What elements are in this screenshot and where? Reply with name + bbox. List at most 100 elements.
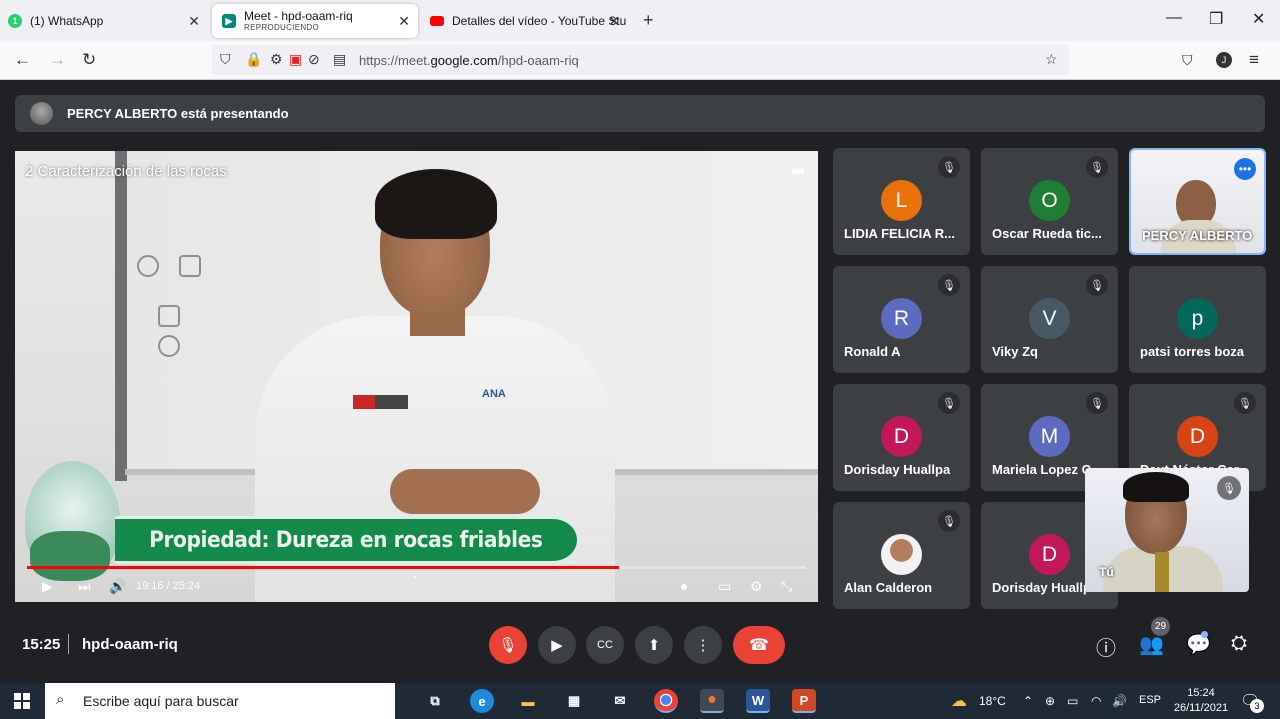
close-tab-icon[interactable]: ✕ [398,13,410,30]
exit-fullscreen-icon[interactable]: ⤡ [781,578,792,595]
mic-off-icon: 🎙 [1234,392,1256,414]
participant-avatar: O [1029,180,1070,221]
activities-icon[interactable]: ⛭ [1231,632,1247,655]
captions-button[interactable]: CC [586,626,624,664]
subtitles-icon[interactable]: ▭ [718,578,731,595]
language-indicator[interactable]: ESP [1139,694,1161,706]
chat-unread-dot [1201,631,1208,638]
camera-sharing-icon[interactable]: ▣ [289,51,302,68]
play-icon[interactable]: ▶ [42,578,53,595]
cortana-icon[interactable]: ○ [378,689,402,713]
window-close-icon[interactable]: ✕ [1252,9,1265,29]
battery-icon[interactable]: ▭ [1067,694,1078,708]
youtube-icon [430,16,444,26]
meeting-code[interactable]: hpd-oaam-riq [82,636,178,653]
meet-tray-icon[interactable]: ⊕ [1045,694,1055,708]
shield-icon[interactable]: ⛉ [220,51,231,68]
chrome-icon[interactable] [654,689,678,713]
presenter-banner: PERCY ALBERTO está presentando [15,95,1265,132]
banner-text: Propiedad: Dureza en rocas friables [149,527,543,553]
autoplay-blocked-icon[interactable]: ⊘ [308,51,320,68]
mic-off-icon: 🎙 [1086,392,1108,414]
restore-icon[interactable]: ❐ [1209,9,1223,29]
chevron-up-icon[interactable]: ⌃ [1023,694,1033,708]
lock-icon[interactable]: 🔒 [245,51,262,68]
video-progress[interactable] [27,566,806,569]
weather-temp[interactable]: 18°C [979,694,1006,708]
leave-call-button[interactable]: ☎ [733,626,785,664]
more-options-icon[interactable]: ••• [1234,158,1256,180]
autoplay-toggle[interactable]: ● [680,578,688,594]
notification-count: 3 [1250,699,1264,713]
powerpoint-icon[interactable]: P [792,689,816,713]
task-view-icon[interactable]: ⧉ [423,689,447,713]
tab-youtube-studio[interactable]: Detalles del vídeo - YouTube Stu ✕ [430,4,630,38]
mascot-body [30,531,110,581]
volume-icon[interactable]: 🔊 [109,578,126,595]
url-prefix: https://meet. [359,53,431,68]
present-button[interactable]: ⬆ [635,626,673,664]
word-icon[interactable]: W [746,689,770,713]
self-view[interactable]: 🎙 Tú [1085,468,1249,592]
url-text[interactable]: https://meet.google.com/hpd-oaam-riq [359,53,579,68]
close-tab-icon[interactable]: ✕ [188,13,200,30]
participant-tile[interactable]: 🎙 Alan Calderon [833,502,970,609]
url-path: /hpd-oaam-riq [497,53,579,68]
presentation-video[interactable]: ANA Propiedad: Dureza en rocas friables … [15,151,818,602]
notification-center-icon[interactable]: 🗨3 [1240,691,1264,713]
file-explorer-icon[interactable]: ▬ [516,689,540,713]
profile-avatar[interactable]: J [1216,52,1232,68]
forward-icon[interactable]: → [49,50,66,70]
new-tab-button[interactable]: + [643,10,654,31]
taskbar-search[interactable]: ⌕ Escribe aquí para buscar [45,683,395,719]
more-options-button[interactable]: ⋮ [684,626,722,664]
settings-icon[interactable]: ⚙ [750,578,763,595]
participant-tile[interactable]: 🎙 V Viky Zq [981,266,1118,373]
mic-toggle-button[interactable]: 🎙 [489,626,527,664]
captions-icon: CC [597,639,613,651]
participant-tile[interactable]: 🎙 D Dorisday Huallpa [833,384,970,491]
edge-icon[interactable]: e [470,689,494,713]
reload-icon[interactable]: ↻ [82,50,96,70]
url-domain: google.com [430,53,498,68]
chevron-down-icon[interactable]: ⌄ [411,570,419,581]
video-time: 19:16 / 25:24 [136,580,201,592]
minimize-icon[interactable]: — [1166,9,1182,27]
menu-icon[interactable]: ≡ [1249,50,1259,70]
pocket-icon[interactable]: ⛉ [1182,52,1193,69]
participant-tile[interactable]: 🎙 O Oscar Rueda tic... [981,148,1118,255]
info-icon[interactable]: ⓘ [1096,632,1116,661]
participant-tile[interactable]: p patsi torres boza [1129,266,1266,373]
firefox-icon[interactable]: ● [700,689,724,713]
back-icon[interactable]: ← [14,50,31,70]
tab-meet[interactable]: ▶ Meet - hpd-oaam-riq REPRODUCIENDO ✕ [212,4,418,38]
weather-icon[interactable]: ☁ [951,691,967,711]
control-panel [133,251,213,371]
reader-view-icon[interactable]: ▤ [333,51,346,68]
video-title[interactable]: 2 Caracterización de las rocas [25,163,227,180]
tab-whatsapp[interactable]: 1 (1) WhatsApp ✕ [8,4,208,38]
share-icon[interactable]: ➦ [791,161,806,182]
taskbar-clock[interactable]: 15:24 26/11/2021 [1170,686,1232,716]
participant-avatar: M [1029,416,1070,457]
store-icon[interactable]: ▦ [562,689,586,713]
camera-toggle-button[interactable]: ▶ [538,626,576,664]
bookmark-star-icon[interactable]: ☆ [1045,51,1058,68]
participant-name: Alan Calderon [844,580,933,595]
taskbar-time: 15:24 [1187,687,1215,699]
volume-icon[interactable]: 🔊 [1112,694,1127,708]
mic-off-icon[interactable]: 🎙 [1217,476,1241,500]
participant-tile[interactable]: 🎙 R Ronald A [833,266,970,373]
tab-title: Meet - hpd-oaam-riq [244,9,353,23]
wifi-icon[interactable]: ◠ [1091,694,1101,708]
mail-icon[interactable]: ✉ [608,689,632,713]
permissions-icon[interactable]: ⚙ [270,51,283,68]
close-tab-icon[interactable]: ✕ [608,13,620,30]
participant-avatar: D [881,416,922,457]
participant-tile-presenter[interactable]: ••• PERCY ALBERTO [1129,148,1266,255]
windows-start-icon[interactable] [14,693,30,709]
address-bar[interactable]: ⛉ 🔒 ⚙ ▣ ⊘ ▤ https://meet.google.com/hpd-… [212,45,1069,75]
next-icon[interactable]: ⏭ [78,578,91,595]
participant-tile[interactable]: 🎙 L LIDIA FELICIA R... [833,148,970,255]
presenter-avatar [30,102,53,125]
